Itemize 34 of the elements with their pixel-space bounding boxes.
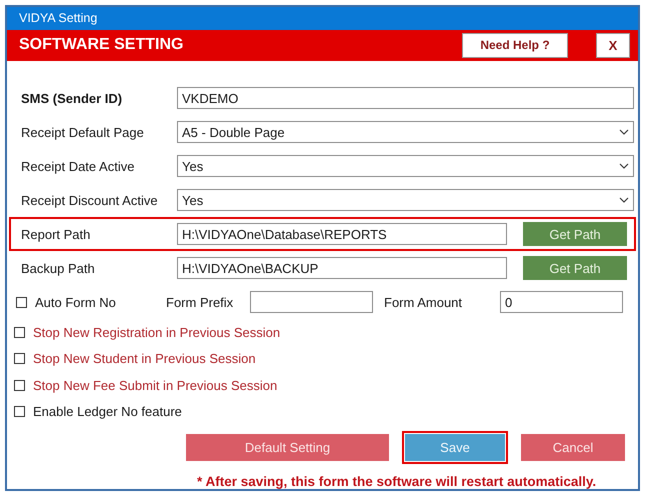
help-button[interactable]: Need Help ? <box>462 32 568 58</box>
input-field[interactable]: H:\VIDYAOne\BACKUP <box>177 257 507 279</box>
checkbox-label: Enable Ledger No feature <box>33 404 182 420</box>
checkbox[interactable] <box>14 406 25 418</box>
field-label: Receipt Date Active <box>21 158 136 174</box>
checkbox-label: Stop New Registration in Previous Session <box>33 324 280 340</box>
header-title: SOFTWARE SETTING <box>19 36 184 54</box>
checkbox[interactable] <box>14 353 25 364</box>
input-field[interactable]: H:\VIDYAOne\Database\REPORTS <box>177 223 507 245</box>
input-field[interactable] <box>250 291 373 313</box>
warning-note: * After saving, this form the software will restart automatically. <box>197 474 598 489</box>
field-label: Receipt Discount Active <box>21 192 159 208</box>
field-label: Form Prefix <box>166 294 234 310</box>
checkbox[interactable] <box>14 326 25 338</box>
chevron-icon <box>619 197 629 203</box>
input-field[interactable]: 0 <box>500 291 623 313</box>
field-label: Receipt Default Page <box>21 124 145 140</box>
field-label: Backup Path <box>21 260 96 276</box>
checkbox[interactable] <box>16 296 27 308</box>
checkbox-label: Auto Form No <box>35 294 117 310</box>
window-title: VIDYA Setting <box>19 11 98 26</box>
input-field[interactable]: VKDEMO <box>177 87 634 109</box>
dropdown[interactable]: A5 - Double Page <box>177 121 634 143</box>
field-label: SMS (Sender ID) <box>21 90 124 106</box>
dropdown[interactable]: Yes <box>177 189 634 211</box>
chevron-icon <box>619 129 629 135</box>
checkbox-label: Stop New Student in Previous Session <box>33 351 256 366</box>
checkbox-label: Stop New Fee Submit in Previous Session <box>33 378 278 393</box>
checkbox[interactable] <box>14 380 25 391</box>
chevron-icon <box>619 163 629 169</box>
field-label: Form Amount <box>384 294 464 310</box>
close-button[interactable]: X <box>596 32 630 58</box>
dropdown[interactable]: Yes <box>177 155 634 177</box>
field-label: Report Path <box>21 226 92 242</box>
